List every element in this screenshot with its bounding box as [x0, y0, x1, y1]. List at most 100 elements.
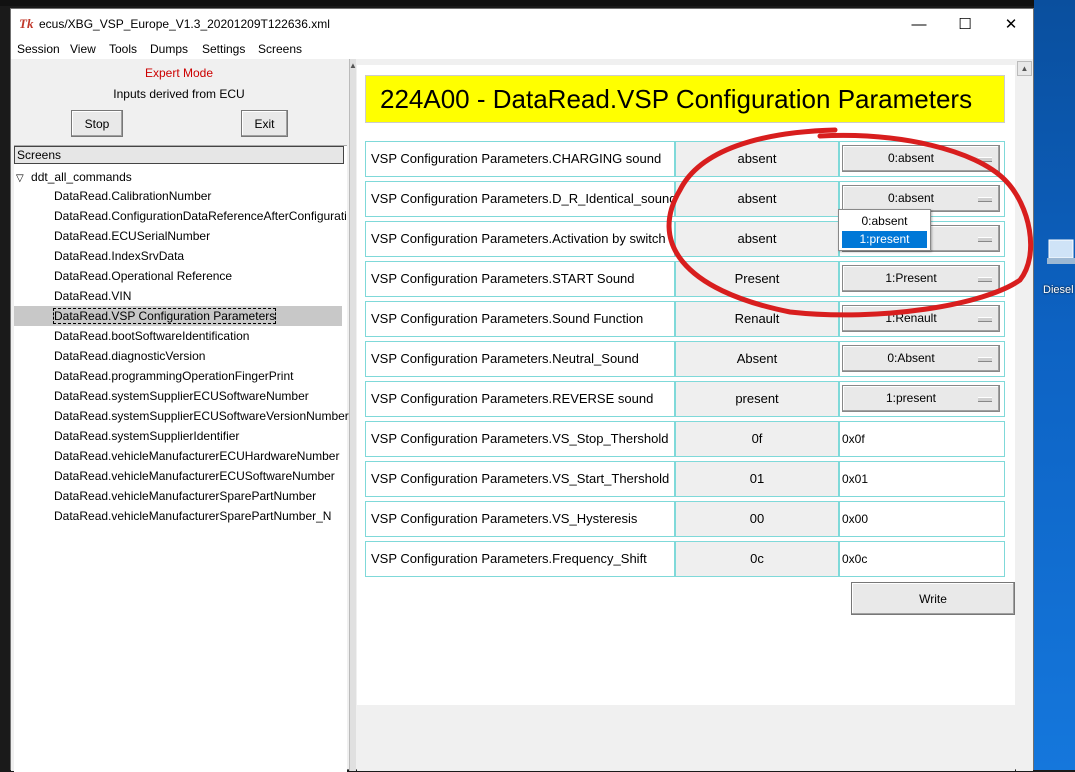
minimize-button[interactable]: —	[896, 9, 942, 39]
menu-screens[interactable]: Screens	[258, 42, 302, 56]
parameter-entry[interactable]: 0x0c	[839, 541, 1005, 577]
parameter-row: VSP Configuration Parameters.Frequency_S…	[365, 541, 1005, 577]
dropdown-bar-icon[interactable]	[978, 237, 992, 242]
parameter-entry[interactable]: 0x0f	[839, 421, 1005, 457]
tree-item[interactable]: DataRead.ConfigurationDataReferenceAfter…	[54, 206, 347, 226]
dropdown-bar-icon[interactable]	[978, 157, 992, 162]
tree-item-label: DataRead.Operational Reference	[54, 269, 233, 283]
parameter-label: VSP Configuration Parameters.VS_Hysteres…	[365, 501, 675, 537]
exit-button[interactable]: Exit	[241, 110, 288, 137]
app-window: Tk ecus/XBG_VSP_Europe_V1.3_20201209T122…	[10, 8, 1034, 772]
menu-session[interactable]: Session	[17, 42, 60, 56]
parameter-select-cell: 1:Renault	[839, 301, 1005, 337]
tree-item-label: DataRead.ECUSerialNumber	[54, 229, 211, 243]
dropdown-option-present[interactable]: 1:present	[842, 231, 927, 248]
parameter-select-value: 0:absent	[887, 191, 935, 205]
tree-item-label: DataRead.bootSoftwareIdentification	[54, 329, 250, 343]
menu-settings[interactable]: Settings	[202, 42, 245, 56]
parameter-label: VSP Configuration Parameters.Activation …	[365, 221, 675, 257]
tree-item[interactable]: DataRead.Operational Reference	[54, 266, 232, 286]
maximize-button[interactable]: ☐	[942, 9, 988, 39]
desktop-shortcut-icon[interactable]	[1045, 236, 1075, 272]
parameter-select[interactable]: 0:absent	[842, 185, 1000, 212]
panel-footer	[357, 705, 1015, 771]
dropdown-bar-icon[interactable]	[978, 317, 992, 322]
scroll-up-arrow-icon[interactable]: ▲	[349, 61, 357, 70]
dropdown-bar-icon[interactable]	[978, 357, 992, 362]
parameter-current-value: absent	[675, 181, 839, 217]
tree-item[interactable]: DataRead.vehicleManufacturerECUSoftwareN…	[54, 466, 335, 486]
tree-header[interactable]: Screens	[14, 146, 344, 164]
parameter-select[interactable]: 0:Absent	[842, 345, 1000, 372]
expert-mode-label: Expert Mode	[144, 66, 214, 80]
parameter-label: VSP Configuration Parameters.CHARGING so…	[365, 141, 675, 177]
parameter-select-value: 1:Present	[885, 271, 937, 285]
tree-item[interactable]: DataRead.diagnosticVersion	[54, 346, 205, 366]
parameter-panel: 224A00 - DataRead.VSP Configuration Para…	[357, 65, 1015, 705]
parameter-current-value: 0f	[675, 421, 839, 457]
parameter-current-value: absent	[675, 141, 839, 177]
parameter-select-value: 1:present	[885, 391, 937, 405]
tree-item[interactable]: DataRead.VSP Configuration Parameters	[14, 306, 342, 326]
tree-item[interactable]: DataRead.CalibrationNumber	[54, 186, 211, 206]
tree-item[interactable]: DataRead.systemSupplierIdentifier	[54, 426, 239, 446]
tree-item[interactable]: DataRead.vehicleManufacturerSparePartNum…	[54, 486, 316, 506]
parameter-label: VSP Configuration Parameters.Frequency_S…	[365, 541, 675, 577]
desktop-shortcut-label[interactable]: Diesel	[1043, 284, 1074, 296]
expand-triangle-icon[interactable]: ▽	[16, 173, 24, 184]
tree-root-node[interactable]: ▽ ddt_all_commands	[16, 170, 132, 184]
parameter-row: VSP Configuration Parameters.CHARGING so…	[365, 141, 1005, 177]
dropdown-bar-icon[interactable]	[978, 397, 992, 402]
stop-button[interactable]: Stop	[71, 110, 123, 137]
right-scrollbar[interactable]	[1016, 59, 1033, 771]
parameter-entry[interactable]: 0x01	[839, 461, 1005, 497]
parameter-row: VSP Configuration Parameters.VS_Hysteres…	[365, 501, 1005, 537]
parameter-select[interactable]: 1:Renault	[842, 305, 1000, 332]
dropdown-popup: 0:absent 1:present	[838, 209, 931, 251]
tree-item-label: DataRead.diagnosticVersion	[54, 349, 206, 363]
parameter-entry[interactable]: 0x00	[839, 501, 1005, 537]
parameter-select[interactable]: 1:present	[842, 385, 1000, 412]
parameter-row: VSP Configuration Parameters.VS_Stop_The…	[365, 421, 1005, 457]
scroll-up-arrow-icon[interactable]: ▲	[1017, 61, 1032, 76]
parameter-label: VSP Configuration Parameters.START Sound	[365, 261, 675, 297]
tree-item[interactable]: DataRead.vehicleManufacturerECUHardwareN…	[54, 446, 339, 466]
close-button[interactable]: ✕	[988, 9, 1034, 39]
tree-item[interactable]: DataRead.VIN	[54, 286, 131, 306]
parameter-row: VSP Configuration Parameters.REVERSE sou…	[365, 381, 1005, 417]
parameter-select-cell: 0:Absent	[839, 341, 1005, 377]
parameter-label: VSP Configuration Parameters.Sound Funct…	[365, 301, 675, 337]
parameter-label: VSP Configuration Parameters.REVERSE sou…	[365, 381, 675, 417]
menu-dumps[interactable]: Dumps	[150, 42, 188, 56]
parameter-current-value: absent	[675, 221, 839, 257]
tree-item-label: DataRead.programmingOperationFingerPrint	[54, 369, 294, 383]
dropdown-option-absent[interactable]: 0:absent	[842, 213, 927, 230]
menu-view[interactable]: View	[70, 42, 96, 56]
dropdown-bar-icon[interactable]	[978, 277, 992, 282]
menu-tools[interactable]: Tools	[109, 42, 137, 56]
window-title: ecus/XBG_VSP_Europe_V1.3_20201209T122636…	[39, 17, 330, 31]
tree-root-label[interactable]: ddt_all_commands	[31, 170, 132, 184]
parameter-row: VSP Configuration Parameters.Neutral_Sou…	[365, 341, 1005, 377]
tree-item[interactable]: DataRead.bootSoftwareIdentification	[54, 326, 249, 346]
parameter-select-cell: 1:Present	[839, 261, 1005, 297]
tree-item-label: DataRead.vehicleManufacturerSparePartNum…	[54, 489, 317, 503]
parameter-row: VSP Configuration Parameters.Sound Funct…	[365, 301, 1005, 337]
parameter-select[interactable]: 0:absent	[842, 145, 1000, 172]
parameter-select[interactable]: 1:Present	[842, 265, 1000, 292]
parameter-current-value: 01	[675, 461, 839, 497]
left-panel: Expert Mode Inputs derived from ECU Stop…	[11, 59, 349, 772]
tree-item[interactable]: DataRead.programmingOperationFingerPrint	[54, 366, 293, 386]
tree-item[interactable]: DataRead.IndexSrvData	[54, 246, 184, 266]
title-bar[interactable]: Tk ecus/XBG_VSP_Europe_V1.3_20201209T122…	[11, 9, 1033, 39]
write-button[interactable]: Write	[851, 582, 1015, 615]
tree-item[interactable]: DataRead.systemSupplierECUSoftwareNumber	[54, 386, 309, 406]
tree-item-label: DataRead.vehicleManufacturerSparePartNum…	[54, 509, 332, 523]
left-pane-sash[interactable]	[349, 59, 356, 771]
dropdown-bar-icon[interactable]	[978, 197, 992, 202]
parameter-select-cell: 1:present	[839, 381, 1005, 417]
tree-item[interactable]: DataRead.vehicleManufacturerSparePartNum…	[54, 506, 331, 526]
tree-item[interactable]: DataRead.systemSupplierECUSoftwareVersio…	[54, 406, 349, 426]
tree-item[interactable]: DataRead.ECUSerialNumber	[54, 226, 210, 246]
parameter-select-value: 0:Absent	[887, 351, 935, 365]
